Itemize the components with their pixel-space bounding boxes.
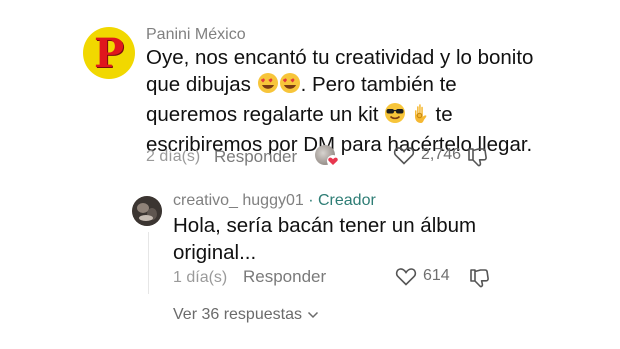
comment-line-3: queremos regalarte un kit te	[146, 101, 533, 131]
ok-hand-emoji-icon	[412, 102, 430, 131]
view-replies-label: Ver 36 respuestas	[173, 306, 302, 323]
reply-separator: ·	[303, 192, 318, 209]
thread-line	[148, 232, 149, 294]
reply-line-2: original...	[173, 241, 257, 264]
reply-text: Hola, sería bacán tener un álbum origina…	[173, 212, 476, 266]
chevron-down-icon	[307, 311, 318, 319]
creator-photo-icon	[132, 196, 162, 226]
thumbs-down-icon[interactable]	[466, 146, 488, 168]
heart-outline-icon	[393, 147, 415, 165]
comment-reply-button[interactable]: Responder	[214, 147, 297, 167]
reply-author-name: creativo_ huggy01	[173, 192, 304, 209]
creator-avatar[interactable]	[132, 196, 162, 226]
comment-line-1: Oye, nos encantó tu creatividad y lo bon…	[146, 46, 534, 69]
panini-logo-letter: P	[93, 30, 125, 77]
panini-avatar[interactable]: P	[83, 27, 135, 79]
heart-outline-icon	[395, 268, 417, 286]
reply-like-count: 614	[423, 267, 450, 284]
reply-line-1: Hola, sería bacán tener un álbum	[173, 214, 477, 237]
creator-badge: Creador	[317, 192, 376, 209]
comment-text: Oye, nos encantó tu creatividad y lo bon…	[146, 44, 533, 158]
reply-timestamp: 1 día(s)	[173, 269, 228, 286]
reply-like-button[interactable]: 614	[395, 266, 450, 286]
thumbs-down-icon[interactable]	[468, 267, 490, 289]
heart-eyes-emoji-icon	[257, 72, 301, 101]
comment-timestamp: 2 día(s)	[146, 148, 201, 165]
reply-author[interactable]: creativo_ huggy01 · Creador	[173, 192, 376, 210]
comment-like-button[interactable]: 2,746	[393, 145, 461, 165]
comment-line-2: que dibujas . Pero también te	[146, 71, 533, 101]
sunglasses-emoji-icon	[384, 102, 406, 131]
heart-reaction-icon	[327, 155, 339, 167]
comment-like-count: 2,746	[421, 146, 462, 163]
comment-author[interactable]: Panini México	[146, 26, 246, 44]
reply-reply-button[interactable]: Responder	[243, 267, 326, 287]
view-replies-button[interactable]: Ver 36 respuestas	[173, 306, 319, 324]
